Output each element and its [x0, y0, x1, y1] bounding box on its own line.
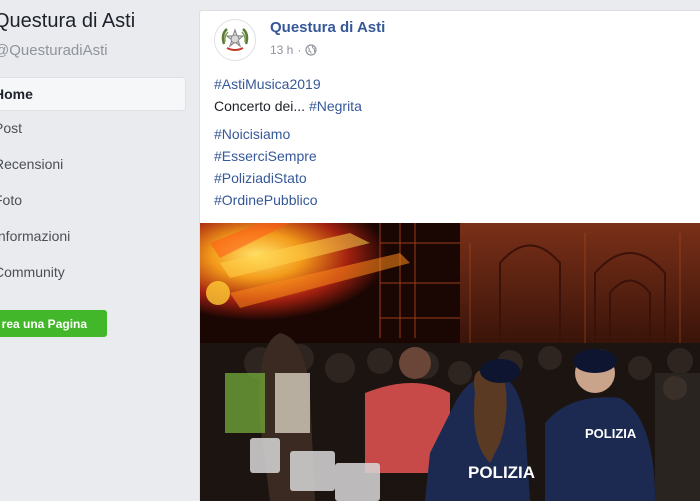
nav-item-community[interactable]: Community — [0, 255, 186, 291]
hashtag-link[interactable]: #Noicisiamo — [214, 126, 290, 142]
post-timestamp[interactable]: 13 h — [270, 43, 293, 57]
uniform-label: POLIZIA — [585, 426, 637, 441]
nav-item-foto[interactable]: Foto — [0, 183, 186, 219]
hashtag-link[interactable]: #OrdinePubblico — [214, 192, 318, 208]
avatar[interactable] — [214, 19, 256, 61]
post-author[interactable]: Questura di Asti — [270, 19, 385, 36]
post-photo[interactable]: POLIZIA POLIZIA — [200, 223, 700, 501]
hashtag-link[interactable]: #Negrita — [309, 98, 362, 114]
post-meta: 13 h · — [270, 43, 317, 57]
page-nav: Home Post Recensioni Foto Informazioni C… — [0, 77, 186, 291]
page-handle[interactable]: @QuesturadiAsti — [0, 42, 108, 59]
nav-item-informazioni[interactable]: Informazioni — [0, 219, 186, 255]
globe-icon[interactable] — [305, 44, 317, 56]
left-sidebar: Questura di Asti @QuesturadiAsti Home Po… — [0, 0, 200, 500]
hashtag-link[interactable]: #PoliziadiStato — [214, 170, 307, 186]
post-text: #AstiMusica2019 Concerto dei... #Negrita… — [214, 73, 684, 211]
hashtag-link[interactable]: #EsserciSempre — [214, 148, 317, 164]
page-title[interactable]: Questura di Asti — [0, 10, 135, 33]
uniform-label: POLIZIA — [468, 463, 535, 482]
hashtag-link[interactable]: #AstiMusica2019 — [214, 76, 321, 92]
create-page-button[interactable]: Crea una Pagina — [0, 310, 107, 337]
nav-item-recensioni[interactable]: Recensioni — [0, 147, 186, 183]
concert-photo-image: POLIZIA POLIZIA — [200, 223, 700, 501]
concert-text: Concerto dei... — [214, 98, 309, 114]
nav-item-home[interactable]: Home — [0, 77, 186, 111]
post-card: Questura di Asti 13 h · #AstiMusica2019 … — [199, 10, 700, 501]
emblem-icon — [221, 28, 249, 51]
nav-item-post[interactable]: Post — [0, 111, 186, 147]
